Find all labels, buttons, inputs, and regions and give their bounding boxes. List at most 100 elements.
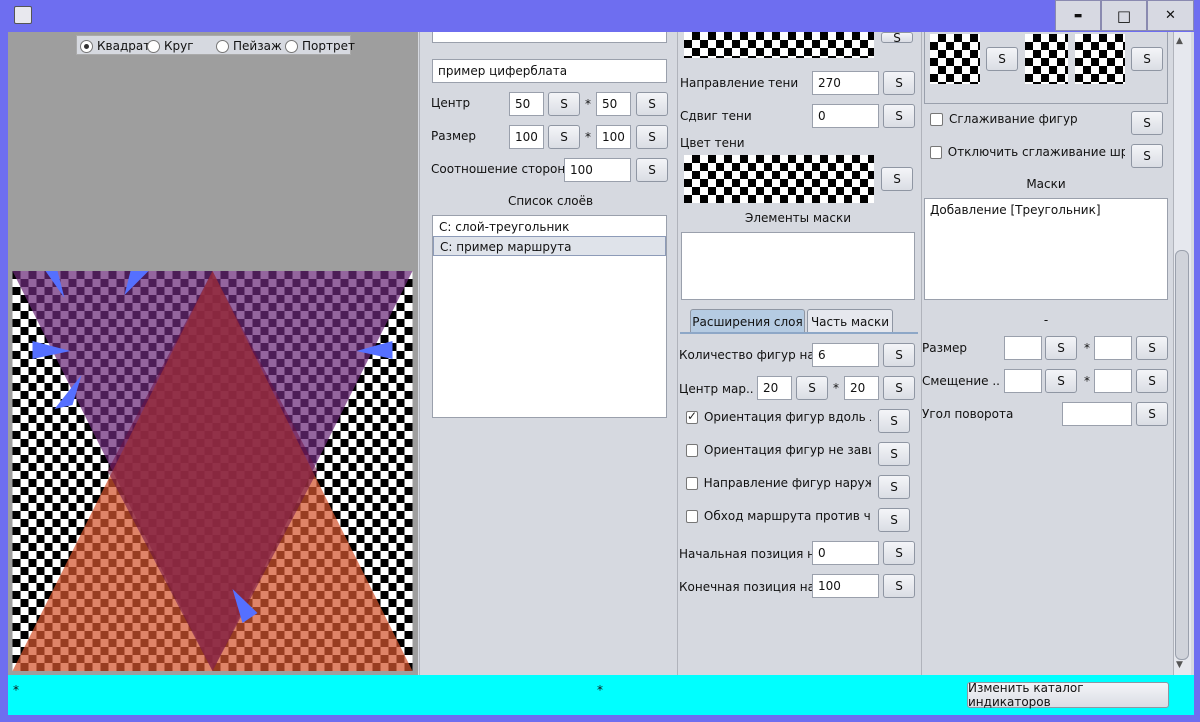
shape-count-field[interactable]: 6 bbox=[812, 343, 879, 367]
top-text-field[interactable] bbox=[432, 32, 667, 43]
minimize-button[interactable]: ▬ bbox=[1055, 0, 1101, 31]
change-catalog-button[interactable]: Изменить каталог индикаторов bbox=[967, 681, 1169, 709]
tab-layer-extensions[interactable]: Расширения слоя bbox=[690, 309, 805, 333]
shadow-direction-field[interactable]: 270 bbox=[812, 71, 879, 95]
mask-offset-y-field[interactable] bbox=[1094, 369, 1132, 393]
start-position-field[interactable]: 0 bbox=[812, 541, 879, 565]
orientation-along-s-button[interactable]: S bbox=[878, 409, 910, 433]
checkbox-label: Отключить сглаживание шри... bbox=[947, 145, 1125, 159]
disable-font-smoothing-s-button[interactable]: S bbox=[1131, 144, 1163, 168]
route-center-y-field[interactable]: 20 bbox=[844, 376, 879, 400]
size-y-s-button[interactable]: S bbox=[636, 125, 668, 149]
radio-label: Квадрат bbox=[97, 39, 151, 53]
center-x-s-button[interactable]: S bbox=[548, 92, 580, 116]
scroll-down-icon[interactable]: ▼ bbox=[1176, 660, 1183, 670]
start-position-s-button[interactable]: S bbox=[883, 541, 915, 565]
close-button[interactable]: ✕ bbox=[1147, 0, 1194, 31]
radio-label: Круг bbox=[164, 39, 194, 53]
list-item[interactable]: С: слой-треугольник bbox=[433, 216, 666, 236]
tab-divider bbox=[680, 332, 918, 334]
route-center-y-s-button[interactable]: S bbox=[883, 376, 915, 400]
route-ccw-checkbox[interactable]: Обход маршрута против ча... bbox=[686, 509, 871, 523]
mode-landscape-radio[interactable]: Пейзаж bbox=[216, 38, 282, 54]
texture-a-s-button[interactable]: S bbox=[986, 47, 1018, 71]
checkbox-label: Сглаживание фигур bbox=[949, 112, 1078, 126]
mask-offset-y-s-button[interactable]: S bbox=[1136, 369, 1168, 393]
disable-font-smoothing-checkbox[interactable]: Отключить сглаживание шри... bbox=[930, 145, 1125, 159]
checkbox-checked-icon bbox=[686, 409, 698, 424]
list-item[interactable]: Добавление [Треугольник] bbox=[925, 199, 1167, 221]
rotation-field[interactable] bbox=[1062, 402, 1132, 426]
ratio-s-button[interactable]: S bbox=[636, 158, 668, 182]
maximize-icon: □ bbox=[1116, 6, 1132, 25]
shadow-direction-s-button[interactable]: S bbox=[883, 71, 915, 95]
checkbox-label: Направление фигур наружу... bbox=[703, 476, 871, 490]
preview-canvas[interactable] bbox=[12, 271, 413, 671]
mask-size-x-s-button[interactable]: S bbox=[1045, 336, 1077, 360]
orientation-along-checkbox[interactable]: Ориентация фигур вдоль л... bbox=[686, 409, 871, 424]
start-position-label: Начальная позиция на bbox=[679, 547, 812, 561]
end-position-s-button[interactable]: S bbox=[883, 574, 915, 598]
shadow-color-swatch[interactable] bbox=[684, 155, 874, 203]
scrollbar-thumb[interactable] bbox=[1175, 250, 1189, 660]
radio-off-icon bbox=[285, 39, 298, 53]
status-left-mark: * bbox=[13, 683, 19, 697]
route-ccw-s-button[interactable]: S bbox=[878, 508, 910, 532]
texture-b-s-button[interactable]: S bbox=[1131, 47, 1163, 71]
mask-offset-x-s-button[interactable]: S bbox=[1045, 369, 1077, 393]
texture-swatch[interactable] bbox=[1025, 34, 1068, 84]
size-x-field[interactable]: 100 bbox=[509, 125, 544, 149]
texture-s-button[interactable]: S bbox=[881, 31, 913, 45]
app-icon bbox=[14, 6, 32, 24]
center-y-field[interactable]: 50 bbox=[596, 92, 631, 116]
shape-count-s-button[interactable]: S bbox=[883, 343, 915, 367]
texture-swatch bbox=[684, 32, 874, 58]
maximize-button[interactable]: □ bbox=[1101, 0, 1147, 31]
checkbox-label: Ориентация фигур не зави... bbox=[704, 443, 871, 457]
mask-elements-list[interactable] bbox=[681, 232, 915, 300]
layer-name-field[interactable]: пример циферблата bbox=[432, 59, 667, 83]
masks-list[interactable]: Добавление [Треугольник] bbox=[924, 198, 1168, 300]
route-center-label: Центр мар... bbox=[679, 382, 753, 396]
radio-on-icon bbox=[80, 39, 93, 53]
route-center-x-s-button[interactable]: S bbox=[796, 376, 828, 400]
shadow-color-s-button[interactable]: S bbox=[881, 167, 913, 191]
list-item-selected[interactable]: С: пример маршрута bbox=[433, 236, 666, 256]
mask-offset-x-field[interactable] bbox=[1004, 369, 1042, 393]
direction-outward-checkbox[interactable]: Направление фигур наружу... bbox=[686, 476, 871, 490]
end-position-field[interactable]: 100 bbox=[812, 574, 879, 598]
end-position-label: Конечная позиция на м bbox=[679, 580, 812, 594]
mask-size-x-field[interactable] bbox=[1004, 336, 1042, 360]
ratio-label: Соотношение сторон bbox=[431, 162, 566, 176]
mode-portrait-radio[interactable]: Портрет bbox=[285, 38, 355, 54]
layers-list[interactable]: С: слой-треугольник С: пример маршрута bbox=[432, 215, 667, 418]
texture-swatch[interactable] bbox=[1075, 34, 1125, 84]
center-y-s-button[interactable]: S bbox=[636, 92, 668, 116]
ratio-field[interactable]: 100 bbox=[564, 158, 631, 182]
orientation-independent-s-button[interactable]: S bbox=[878, 442, 910, 466]
direction-outward-s-button[interactable]: S bbox=[878, 475, 910, 499]
tab-mask-part[interactable]: Часть маски bbox=[807, 309, 893, 333]
mask-size-y-field[interactable] bbox=[1094, 336, 1132, 360]
checkbox-icon bbox=[930, 112, 943, 126]
times-sign: * bbox=[585, 130, 591, 144]
shadow-offset-s-button[interactable]: S bbox=[883, 104, 915, 128]
mask-dash-label: - bbox=[1043, 313, 1049, 327]
center-x-field[interactable]: 50 bbox=[509, 92, 544, 116]
checkbox-label: Обход маршрута против ча... bbox=[703, 509, 871, 523]
shape-smoothing-checkbox[interactable]: Сглаживание фигур bbox=[930, 112, 1078, 126]
mask-size-y-s-button[interactable]: S bbox=[1136, 336, 1168, 360]
shadow-offset-field[interactable]: 0 bbox=[812, 104, 879, 128]
size-x-s-button[interactable]: S bbox=[548, 125, 580, 149]
size-y-field[interactable]: 100 bbox=[596, 125, 631, 149]
shape-smoothing-s-button[interactable]: S bbox=[1131, 111, 1163, 135]
mode-circle-radio[interactable]: Круг bbox=[147, 38, 194, 54]
route-center-x-field[interactable]: 20 bbox=[757, 376, 792, 400]
mode-square-radio[interactable]: Квадрат bbox=[80, 38, 150, 54]
radio-label: Пейзаж bbox=[233, 39, 282, 53]
checkbox-label: Ориентация фигур вдоль л... bbox=[703, 410, 871, 424]
rotation-s-button[interactable]: S bbox=[1136, 402, 1168, 426]
orientation-independent-checkbox[interactable]: Ориентация фигур не зави... bbox=[686, 443, 871, 457]
scroll-up-icon[interactable]: ▲ bbox=[1176, 36, 1183, 46]
texture-swatch[interactable] bbox=[930, 34, 980, 84]
